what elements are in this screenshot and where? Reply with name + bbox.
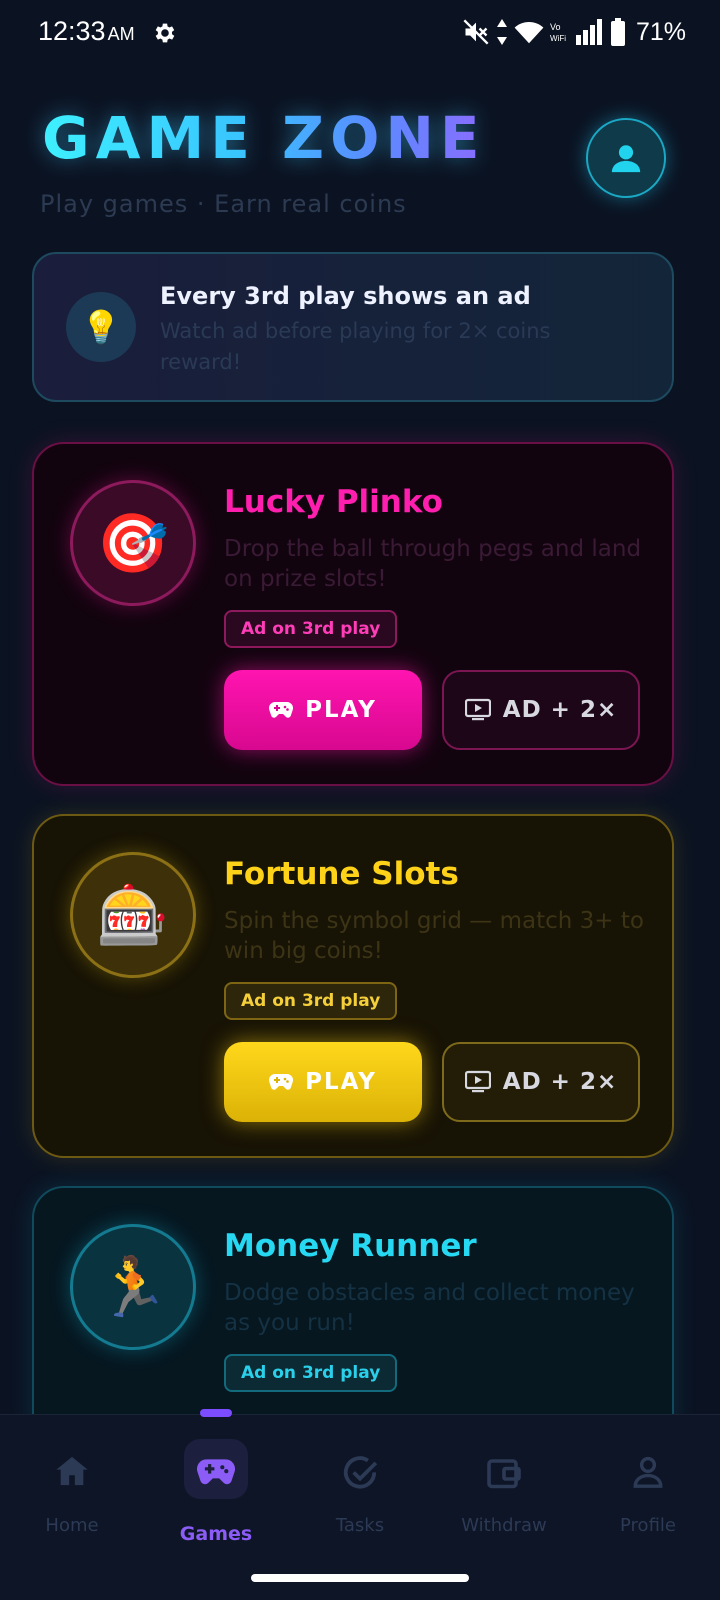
mute-icon xyxy=(463,19,489,45)
game-card-fortune-slots: 🎰 Fortune Slots Spin the symbol grid — m… xyxy=(32,814,674,1158)
page-subtitle: Play games · Earn real coins xyxy=(40,190,407,218)
ad-label: AD + 2× xyxy=(502,1069,618,1095)
play-label: PLAY xyxy=(305,1069,377,1095)
ad-info-banner: 💡 Every 3rd play shows an ad Watch ad be… xyxy=(32,252,674,402)
tv-play-icon xyxy=(464,1070,491,1093)
dart-target-icon: 🎯 xyxy=(70,480,196,606)
settings-icon xyxy=(155,23,175,43)
slot-machine-icon: 🎰 xyxy=(70,852,196,978)
watch-ad-button[interactable]: AD + 2× xyxy=(442,1042,640,1122)
ad-badge: Ad on 3rd play xyxy=(224,610,398,648)
play-button[interactable]: PLAY xyxy=(224,670,422,750)
info-description: Watch ad before playing for 2× coins rew… xyxy=(160,319,551,374)
battery-percent: 71% xyxy=(635,17,686,46)
status-bar: 12:33 AM Vo WiFi 71% xyxy=(0,0,720,64)
profile-avatar-button[interactable] xyxy=(586,118,666,198)
watch-ad-button[interactable]: AD + 2× xyxy=(442,670,640,750)
ad-badge: Ad on 3rd play xyxy=(224,982,398,1020)
user-icon xyxy=(611,145,641,173)
gamepad-icon xyxy=(197,1459,235,1485)
wifi-icon xyxy=(514,22,544,44)
vowifi-icon: Vo WiFi xyxy=(550,22,566,43)
nav-item-profile[interactable]: Profile xyxy=(576,1415,720,1545)
play-label: PLAY xyxy=(305,697,377,723)
ad-badge: Ad on 3rd play xyxy=(224,1354,398,1392)
info-title: Every 3rd play shows an ad xyxy=(160,282,531,310)
battery-icon xyxy=(610,18,625,46)
gamepad-icon xyxy=(269,701,294,718)
play-button[interactable]: PLAY xyxy=(224,1042,422,1122)
lightbulb-icon: 💡 xyxy=(66,292,136,362)
page-title: GAME ZONE xyxy=(42,104,486,172)
data-arrows-icon xyxy=(496,19,507,45)
game-description: Spin the symbol grid — match 3+ to win b… xyxy=(224,908,644,964)
tv-play-icon xyxy=(464,698,491,721)
runner-icon: 🏃 xyxy=(70,1224,196,1350)
svg-text:WiFi: WiFi xyxy=(550,34,566,43)
check-circle-icon xyxy=(343,1456,378,1489)
user-icon xyxy=(633,1456,663,1488)
ad-label: AD + 2× xyxy=(502,697,618,723)
nav-item-withdraw[interactable]: Withdraw xyxy=(432,1415,576,1545)
gamepad-icon xyxy=(269,1073,294,1090)
game-title: Lucky Plinko xyxy=(224,484,443,520)
active-indicator xyxy=(200,1409,232,1417)
game-title: Fortune Slots xyxy=(224,856,459,892)
nav-item-games[interactable]: Games xyxy=(144,1409,288,1545)
signal-icon xyxy=(575,19,602,45)
game-card-lucky-plinko: 🎯 Lucky Plinko Drop the ball through peg… xyxy=(32,442,674,786)
wallet-icon xyxy=(487,1459,521,1489)
game-description: Drop the ball through pegs and land on p… xyxy=(224,536,642,592)
game-title: Money Runner xyxy=(224,1228,477,1264)
nav-item-home[interactable]: Home xyxy=(0,1415,144,1545)
status-time: 12:33 AM xyxy=(38,16,135,46)
home-gesture-bar[interactable] xyxy=(251,1574,469,1582)
nav-item-tasks[interactable]: Tasks xyxy=(288,1415,432,1545)
game-description: Dodge obstacles and collect money as you… xyxy=(224,1280,635,1336)
svg-text:Vo: Vo xyxy=(550,22,561,32)
bottom-navigation: Home Games Tasks Withdraw Profile xyxy=(0,1409,720,1600)
home-icon xyxy=(56,1456,88,1486)
